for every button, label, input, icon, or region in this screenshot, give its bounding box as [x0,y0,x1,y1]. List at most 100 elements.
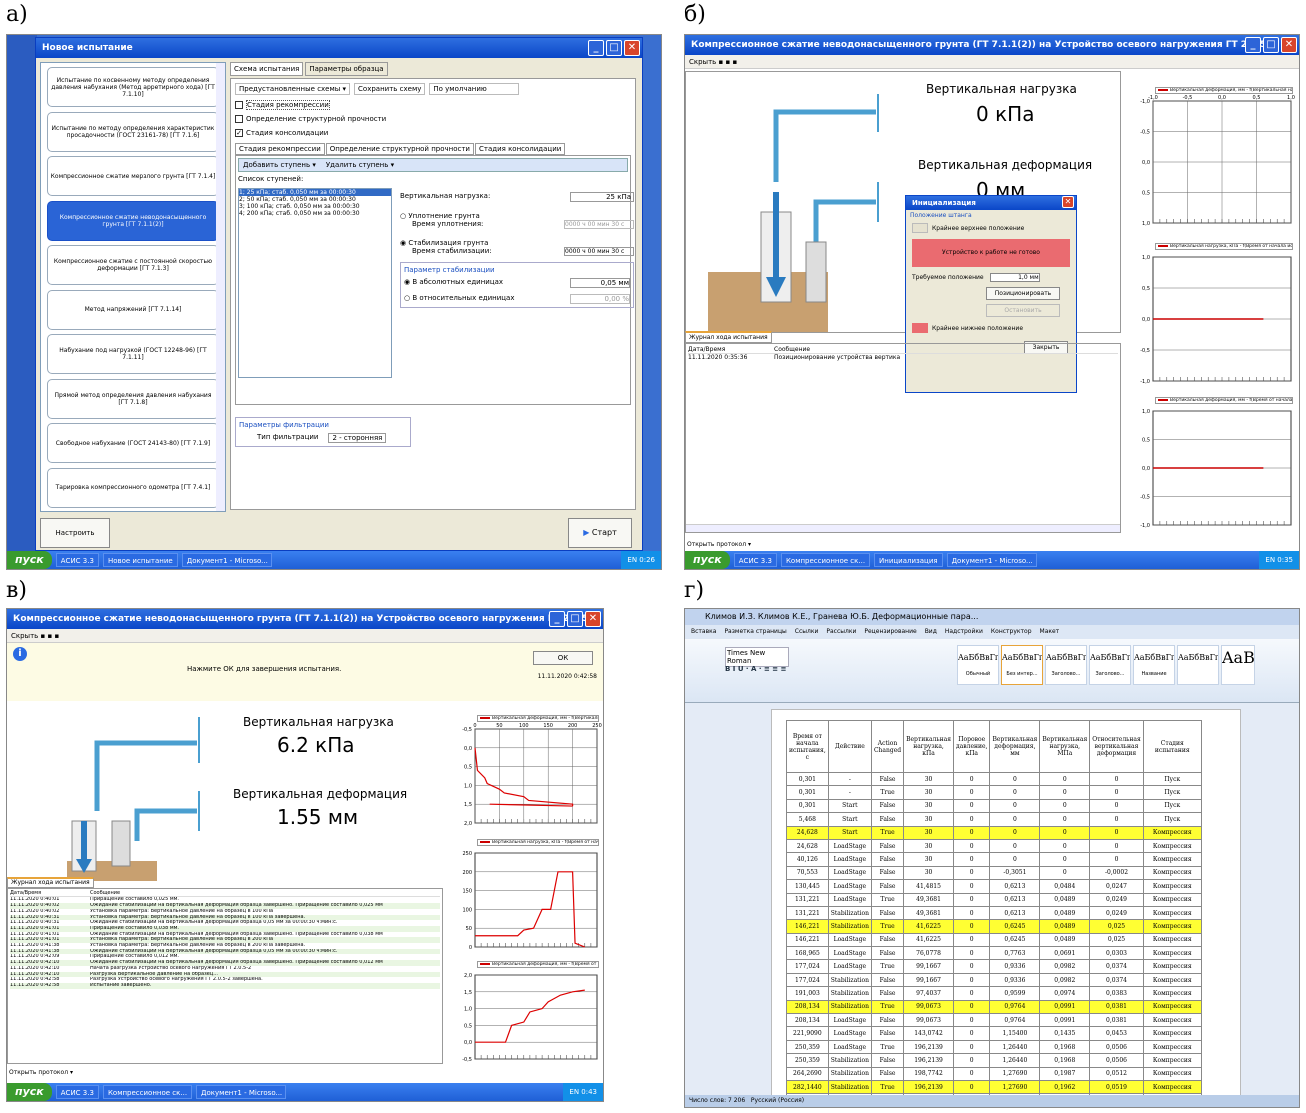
checkbox-consolidation[interactable]: ✓ [235,129,243,137]
method-item[interactable]: Метод напряжений [ГТ 7.1.14] [47,289,219,330]
tab-scheme[interactable]: Схема испытания [230,62,304,76]
window-title-bar[interactable]: Новое испытание _ □ ✕ [36,38,642,58]
steps-list[interactable]: 1; 25 кПа; стаб. 0,050 мм за 00:00:30 2;… [238,188,392,378]
taskbar-item[interactable]: Документ1 - Microso... [196,1085,287,1099]
style-gallery-item[interactable]: AaБбВвГг Название [1133,645,1175,685]
delete-step-button[interactable]: Удалить ступень ▾ [326,161,394,169]
stage-tab-consolidation[interactable]: Стадия консолидации [474,143,566,155]
step-item[interactable]: 3; 100 кПа; стаб. 0,050 мм за 00:00:30 [239,203,391,210]
font-name-box[interactable]: Times New Roman [725,647,789,667]
style-gallery-item[interactable]: AaБбВвГг Обычный [957,645,999,685]
start-button[interactable]: ▶ Старт [568,518,632,548]
start-menu-button[interactable]: пуск [7,551,52,569]
configure-sensors-button[interactable]: Настроить датчики [40,518,110,565]
taskbar-item[interactable]: АСИС 3.3 [55,1085,99,1099]
ribbon-tab[interactable]: Рассылки [826,625,856,639]
abs-input[interactable]: 0,05 мм [570,278,630,288]
taskbar-item[interactable]: АСИС 3.3 [55,553,99,567]
method-item[interactable]: Компрессионное сжатие мерзлого грунта [Г… [47,156,219,196]
tab-sample-params[interactable]: Параметры образца [305,62,388,76]
close-icon[interactable]: ✕ [1281,37,1297,53]
step-item[interactable]: 1; 25 кПа; стаб. 0,050 мм за 00:00:30 [239,189,391,196]
taskbar-item[interactable]: Документ1 - Microso... [946,553,1037,567]
style-gallery-item[interactable]: AaB [1221,645,1255,685]
start-menu-button[interactable]: пуск [685,551,730,569]
taskbar-item[interactable]: Компрессионное ск... [780,553,871,567]
ribbon-tab[interactable]: Вставка [691,625,716,639]
taskbar-item[interactable]: АСИС 3.3 [733,553,777,567]
table-cell: 0,025 [1089,932,1144,948]
start-menu-button[interactable]: пуск [7,1083,52,1101]
filter-select[interactable]: 2 - сторонняя [328,433,387,443]
method-item[interactable]: Компрессионное сжатие с постоянной скоро… [47,245,219,285]
ribbon-tab[interactable]: Надстройки [945,625,983,639]
maximize-icon[interactable]: □ [1263,37,1279,53]
ribbon-tab[interactable]: Разметка страницы [724,625,786,639]
vload-input[interactable]: 25 кПа [570,192,634,202]
close-icon[interactable]: ✕ [585,611,601,627]
method-item[interactable]: Испытание по косвенному методу определен… [47,67,219,107]
style-gallery-item[interactable]: AaБбВвГг Заголово... [1045,645,1087,685]
maximize-icon[interactable]: □ [606,40,622,56]
style-gallery-item[interactable]: AaБбВвГг Заголово... [1089,645,1131,685]
method-item[interactable]: Испытание по методу определения характер… [47,111,219,152]
dialog-close-icon[interactable]: ✕ [1062,196,1074,208]
table-cell: False [870,771,905,787]
window-title-bar[interactable]: Компрессионное сжатие неводонасыщенного … [685,35,1299,55]
stime-input[interactable]: 0000 ч 00 мин 30 с [564,247,634,256]
step-item[interactable]: 4; 200 кПа; стаб. 0,050 мм за 00:00:30 [239,210,391,217]
journal-scrollbar[interactable] [686,524,1120,532]
minimize-icon[interactable]: _ [1245,37,1261,53]
ribbon-tab[interactable]: Макет [1040,625,1060,639]
method-item[interactable]: Набухание под нагрузкой (ГОСТ 12248-96) … [47,334,219,374]
taskbar-item[interactable]: Новое испытание [102,553,178,567]
taskbar-item[interactable]: Документ1 - Microso... [181,553,272,567]
hide-button[interactable]: Скрыть [689,58,716,66]
table-header: Действие [827,720,872,773]
journal-tab[interactable]: Журнал хода испытания [7,877,94,888]
taskbar-item[interactable]: Компрессионное ск... [102,1085,193,1099]
window-title: Компрессионное сжатие неводонасыщенного … [13,614,599,624]
close-icon[interactable]: ✕ [624,40,640,56]
minimize-icon[interactable]: _ [549,611,565,627]
window-title-bar[interactable]: Компрессионное сжатие неводонасыщенного … [7,609,603,629]
style-gallery-item[interactable]: AaБбВвГг [1177,645,1219,685]
style-gallery-item[interactable]: AaБбВвГг Без интер... [1001,645,1043,685]
minimize-icon[interactable]: _ [588,40,604,56]
method-item[interactable]: Тарировка компрессионного одометра [ГТ 7… [47,467,219,508]
stop-button[interactable]: Остановить [986,304,1060,317]
taskbar-item[interactable]: Инициализация [874,553,943,567]
open-protocol-button[interactable]: Открыть протокол ▾ [687,541,751,548]
method-item[interactable]: Свободное набухание (ГОСТ 24143-80) [ГТ … [47,423,219,463]
checkbox-recompression[interactable] [235,101,243,109]
scheme-name-input[interactable]: По умолчанию [429,83,520,95]
radio-rel[interactable]: ○ [404,294,410,302]
ctime-input[interactable]: 0000 ч 00 мин 30 с [564,220,634,229]
ribbon-tab[interactable]: Конструктор [991,625,1032,639]
method-item[interactable]: Прямой метод определения давления набуха… [47,378,219,419]
method-scrollbar[interactable] [216,63,225,511]
hide-button[interactable]: Скрыть [11,632,38,640]
step-item[interactable]: 2; 50 кПа; стаб. 0,050 мм за 00:00:30 [239,196,391,203]
presets-menu[interactable]: Предустановленные схемы ▾ [235,83,351,95]
open-protocol-button[interactable]: Открыть протокол ▾ [9,1069,73,1076]
method-item[interactable]: Компрессионное сжатие неводонасыщенного … [47,200,219,241]
req-input[interactable]: 1,0 мм [989,273,1040,282]
ribbon-tab[interactable]: Вид [925,625,937,639]
radio-stabilization[interactable]: ◉ [400,239,406,247]
rel-input[interactable]: 0,00 % [570,294,630,304]
radio-compaction[interactable]: ○ [400,212,406,220]
stage-tab-recompression[interactable]: Стадия рекомпрессии [235,143,325,155]
save-scheme-button[interactable]: Сохранить схему [354,83,426,95]
stage-tab-structural[interactable]: Определение структурной прочности [325,143,474,155]
add-step-button[interactable]: Добавить ступень ▾ [243,161,316,169]
checkbox-structural[interactable] [235,115,243,123]
ribbon-tab[interactable]: Рецензирование [864,625,916,639]
ribbon-tab[interactable]: Ссылки [795,625,819,639]
radio-abs[interactable]: ◉ [404,278,410,286]
maximize-icon[interactable]: □ [567,611,583,627]
position-button[interactable]: Позиционировать [986,287,1060,300]
status-bar: Число слов: 7 206 Русский (Россия) [685,1095,1299,1107]
ok-button[interactable]: ОК [533,651,593,665]
journal-tab[interactable]: Журнал хода испытания [685,331,772,343]
